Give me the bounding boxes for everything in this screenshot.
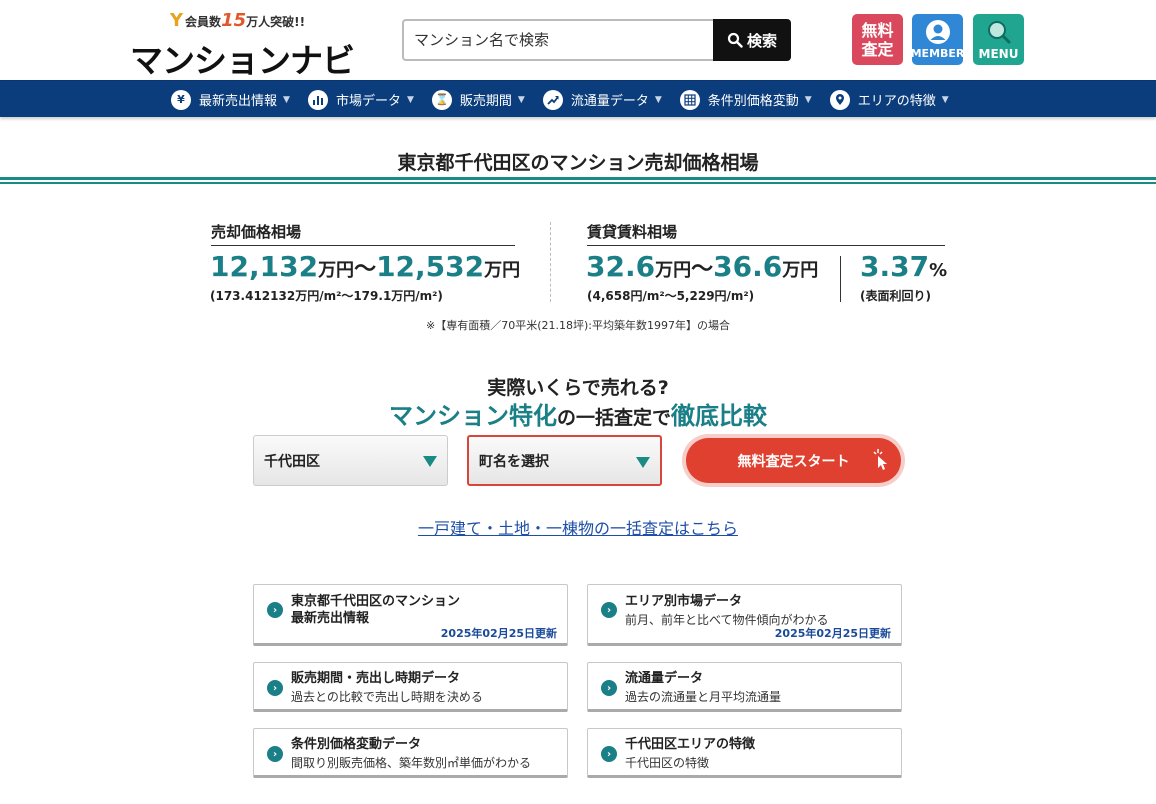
nav-item-area-features[interactable]: エリアの特徴 ▼ bbox=[829, 89, 949, 110]
rent-price-per-m2: (4,658円/m²〜5,229円/m²) bbox=[587, 289, 755, 303]
updated-date: 2025年02月25日更新 bbox=[774, 627, 891, 640]
member-button[interactable]: MEMBER bbox=[911, 14, 964, 65]
chevron-down-icon: ▼ bbox=[283, 94, 290, 105]
site-header: Y会員数15万人突破!! マンションナビ 検索 無料 査定 MEMBER MEN… bbox=[0, 0, 1156, 80]
chevron-right-icon: › bbox=[267, 746, 283, 762]
logo-text: マンションナビ bbox=[130, 41, 355, 80]
house-land-assessment-link[interactable]: 一戸建て・土地・一棟物の一括査定はこちら bbox=[0, 515, 1156, 539]
card-volume-data[interactable]: › 流通量データ 過去の流通量と月平均流通量 bbox=[587, 662, 902, 712]
rent-price-label: 賃貸賃料相場 bbox=[587, 223, 678, 241]
card-latest-listings[interactable]: › 東京都千代田区のマンション 最新売出情報 2025年02月25日更新 bbox=[253, 584, 568, 646]
cta-subheading: マンション特化の一括査定で徹底比較 bbox=[388, 402, 767, 430]
hourglass-icon: ⌛ bbox=[431, 89, 452, 110]
chevron-down-icon: ▼ bbox=[406, 94, 414, 105]
trend-up-icon bbox=[542, 89, 563, 110]
yield-label: (表面利回り) bbox=[860, 289, 931, 303]
sale-price-range: 12,132万円〜12,532万円 bbox=[210, 250, 521, 283]
map-pin-icon bbox=[829, 89, 850, 110]
member-count-badge: Y 会員数15万人突破!! bbox=[170, 10, 306, 31]
page-title: 東京都千代田区のマンション売却価格相場 bbox=[397, 152, 759, 174]
chevron-right-icon: › bbox=[267, 602, 283, 618]
card-sales-period[interactable]: › 販売期間・売出し時期データ 過去との比較で売出し時期を決める bbox=[253, 662, 568, 712]
town-select[interactable]: 町名を選択 bbox=[467, 435, 662, 486]
nav-item-market-data[interactable]: 市場データ ▼ bbox=[307, 89, 414, 110]
chevron-down-icon: ▼ bbox=[517, 94, 525, 105]
chevron-right-icon: › bbox=[601, 680, 617, 696]
nav-item-latest-listings[interactable]: ¥ 最新売出情報 ▼ bbox=[171, 89, 290, 110]
card-area-features[interactable]: › 千代田区エリアの特徴 千代田区の特徴 bbox=[587, 728, 902, 778]
nav-item-volume-data[interactable]: 流通量データ ▼ bbox=[542, 89, 662, 110]
bar-chart-icon bbox=[307, 89, 328, 110]
pointer-icon bbox=[873, 449, 887, 470]
search-input[interactable] bbox=[404, 21, 714, 59]
site-logo[interactable]: Y 会員数15万人突破!! マンションナビ bbox=[130, 8, 355, 80]
search-icon bbox=[727, 32, 743, 48]
chevron-down-icon: ▼ bbox=[804, 94, 812, 105]
updated-date: 2025年02月25日更新 bbox=[440, 627, 557, 640]
dropdown-triangle-icon bbox=[636, 457, 650, 468]
stat-divider bbox=[550, 222, 551, 302]
yen-icon: ¥ bbox=[171, 89, 191, 110]
assumption-note: ※【専有面積／70平米(21.18坪):平均築年数1997年】の場合 bbox=[426, 319, 730, 332]
rent-price-range: 32.6万円〜36.6万円 bbox=[586, 250, 819, 283]
magnifier-icon bbox=[987, 20, 1010, 43]
chevron-down-icon: ▼ bbox=[654, 94, 662, 105]
dropdown-triangle-icon bbox=[423, 456, 437, 467]
sale-price-label: 売却価格相場 bbox=[211, 223, 302, 241]
search-button[interactable]: 検索 bbox=[713, 19, 791, 61]
main-nav: ¥ 最新売出情報 ▼ 市場データ ▼ ⌛ 販売期間 ▼ 流通量データ ▼ 条件別… bbox=[0, 80, 1156, 117]
grid-icon bbox=[679, 89, 700, 110]
chevron-down-icon: ▼ bbox=[941, 94, 949, 105]
card-price-by-condition[interactable]: › 条件別価格変動データ 間取り別販売価格、築年数別㎡単価がわかる bbox=[253, 728, 568, 778]
rent-price-underline bbox=[587, 245, 945, 246]
chevron-right-icon: › bbox=[601, 602, 617, 618]
chevron-right-icon: › bbox=[267, 680, 283, 696]
chevron-right-icon: › bbox=[601, 746, 617, 762]
sale-price-underline bbox=[211, 245, 515, 246]
card-area-market-data[interactable]: › エリア別市場データ 前月、前年と比べて物件傾向がわかる 2025年02月25… bbox=[587, 584, 902, 646]
title-divider bbox=[0, 182, 1156, 184]
nav-item-sales-period[interactable]: ⌛ 販売期間 ▼ bbox=[431, 89, 525, 110]
yield-divider bbox=[840, 256, 841, 302]
nav-item-price-by-condition[interactable]: 条件別価格変動 ▼ bbox=[679, 89, 812, 110]
sale-price-per-m2: (173.412132万円/m²〜179.1万円/m²) bbox=[210, 289, 443, 303]
mascot-icon: Y bbox=[170, 10, 184, 31]
title-divider bbox=[0, 177, 1156, 180]
yield-value: 3.37% bbox=[860, 250, 948, 283]
free-assessment-button[interactable]: 無料 査定 bbox=[852, 14, 903, 65]
user-icon bbox=[925, 20, 950, 44]
menu-button[interactable]: MENU bbox=[973, 14, 1024, 65]
start-assessment-button[interactable]: 無料査定スタート bbox=[686, 438, 901, 483]
city-select[interactable]: 千代田区 bbox=[253, 435, 448, 486]
search-field[interactable] bbox=[402, 19, 714, 61]
